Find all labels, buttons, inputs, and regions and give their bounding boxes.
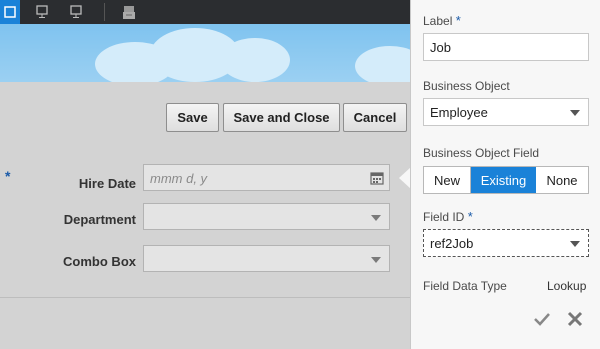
- required-indicator: *: [455, 13, 461, 28]
- field-id-value: ref2Job: [430, 236, 474, 251]
- business-object-title: Business Object: [423, 79, 510, 93]
- field-id-title: Field ID *: [423, 209, 473, 224]
- chevron-down-icon: [570, 110, 580, 116]
- layout-icon[interactable]: [0, 0, 20, 24]
- properties-panel: Label * Job Business Object Employee Bus…: [410, 0, 600, 349]
- business-object-field-title: Business Object Field: [423, 146, 540, 160]
- save-button[interactable]: Save: [166, 103, 219, 132]
- toolbar-divider: [104, 3, 105, 21]
- business-object-select[interactable]: Employee: [423, 98, 589, 126]
- monitor-icon[interactable]: [66, 0, 86, 24]
- cloud: [220, 38, 290, 82]
- hire-date-placeholder: mmm d, y: [150, 171, 208, 186]
- combo-box-label: Combo Box: [63, 254, 136, 269]
- department-label: Department: [63, 212, 136, 227]
- label-input[interactable]: Job: [423, 33, 589, 61]
- hire-date-input[interactable]: mmm d, y: [143, 164, 390, 191]
- combo-box-select[interactable]: [143, 245, 390, 272]
- chevron-down-icon: [371, 215, 381, 221]
- option-none[interactable]: None: [536, 167, 588, 193]
- close-icon[interactable]: [566, 310, 584, 333]
- field-id-select[interactable]: ref2Job: [423, 229, 589, 257]
- required-indicator: *: [5, 168, 11, 184]
- cloud: [355, 46, 410, 82]
- chevron-down-icon: [570, 241, 580, 247]
- field-data-type-title: Field Data Type: [423, 279, 507, 293]
- calendar-icon[interactable]: [370, 171, 384, 190]
- canvas-divider: [0, 297, 410, 298]
- business-object-value: Employee: [430, 105, 488, 120]
- department-select[interactable]: [143, 203, 390, 230]
- label-title-text: Label: [423, 14, 453, 28]
- header-banner: [0, 24, 410, 82]
- field-data-type-value: Lookup: [547, 279, 587, 293]
- label-title: Label *: [423, 13, 461, 28]
- desktop-icon[interactable]: [32, 0, 52, 24]
- form-canvas: Save Save and Close Cancel * Hire Date m…: [0, 82, 410, 349]
- business-object-field-toggle: New Existing None: [423, 166, 589, 194]
- required-indicator: *: [467, 209, 473, 224]
- option-existing[interactable]: Existing: [471, 167, 536, 193]
- check-icon[interactable]: [533, 310, 551, 333]
- chevron-down-icon: [371, 257, 381, 263]
- field-id-title-text: Field ID: [423, 210, 465, 224]
- tablet-icon[interactable]: [118, 0, 140, 24]
- option-new[interactable]: New: [424, 167, 471, 193]
- save-and-close-button[interactable]: Save and Close: [223, 103, 340, 132]
- hire-date-label: Hire Date: [78, 176, 136, 191]
- top-toolbar: [0, 0, 410, 24]
- cancel-button[interactable]: Cancel: [343, 103, 407, 132]
